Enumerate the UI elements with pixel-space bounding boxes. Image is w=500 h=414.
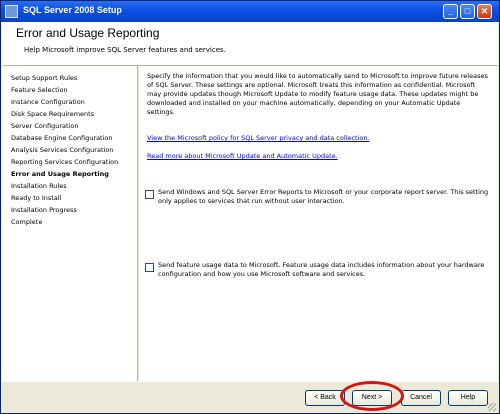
step-disk-space-requirements: Disk Space Requirements	[11, 110, 95, 118]
setup-window: SQL Server 2008 Setup _ □ ✕ Error and Us…	[0, 0, 500, 414]
error-reports-option[interactable]: Send Windows and SQL Server Error Report…	[145, 188, 490, 206]
close-button[interactable]: ✕	[477, 4, 492, 19]
step-analysis-services-configuration: Analysis Services Configuration	[11, 146, 114, 154]
window-title: SQL Server 2008 Setup	[23, 5, 122, 15]
setup-app-icon	[5, 5, 18, 18]
step-database-engine-configuration: Database Engine Configuration	[11, 134, 113, 142]
title-bar[interactable]: SQL Server 2008 Setup _ □ ✕	[1, 1, 499, 22]
privacy-policy-link[interactable]: View the Microsoft policy for SQL Server…	[147, 134, 490, 142]
cancel-button[interactable]: Cancel	[401, 390, 441, 406]
step-navigation: Setup Support Rules Feature Selection In…	[2, 66, 138, 381]
step-instance-configuration: Instance Configuration	[11, 98, 85, 106]
next-button-highlight-circle	[340, 381, 404, 411]
page-subtitle: Help Microsoft improve SQL Server featur…	[24, 46, 226, 54]
step-setup-support-rules: Setup Support Rules	[11, 74, 78, 82]
error-reports-label[interactable]: Send Windows and SQL Server Error Report…	[158, 188, 490, 206]
help-button[interactable]: Help	[448, 390, 488, 406]
feature-usage-label[interactable]: Send feature usage data to Microsoft. Fe…	[158, 261, 490, 279]
back-button[interactable]: < Back	[305, 390, 345, 406]
step-complete: Complete	[11, 218, 43, 226]
error-reports-checkbox[interactable]	[145, 190, 154, 199]
step-server-configuration: Server Configuration	[11, 122, 79, 130]
feature-usage-option[interactable]: Send feature usage data to Microsoft. Fe…	[145, 261, 490, 279]
step-installation-rules: Installation Rules	[11, 182, 67, 190]
step-feature-selection: Feature Selection	[11, 86, 68, 94]
page-title: Error and Usage Reporting	[16, 26, 160, 40]
main-content: Specify the information that you would l…	[139, 66, 498, 381]
resize-grip[interactable]	[488, 403, 496, 411]
minimize-button[interactable]: _	[443, 4, 458, 19]
intro-text: Specify the information that you would l…	[147, 72, 488, 116]
microsoft-update-link[interactable]: Read more about Microsoft Update and Aut…	[147, 152, 490, 160]
maximize-button[interactable]: □	[460, 4, 475, 19]
step-ready-to-install: Ready to Install	[11, 194, 62, 202]
step-error-and-usage-reporting: Error and Usage Reporting	[11, 170, 109, 178]
feature-usage-checkbox[interactable]	[145, 263, 154, 272]
step-reporting-services-configuration: Reporting Services Configuration	[11, 158, 119, 166]
page-header: Error and Usage Reporting Help Microsoft…	[2, 22, 498, 66]
step-installation-progress: Installation Progress	[11, 206, 77, 214]
button-bar: < Back Next > Cancel Help	[2, 381, 498, 413]
